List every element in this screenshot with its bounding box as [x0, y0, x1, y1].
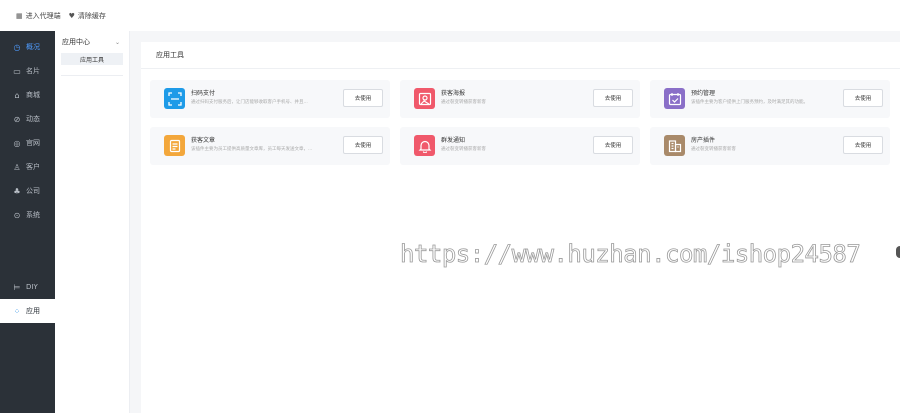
enter-proxy-label: 进入代理端 [25, 11, 61, 20]
sidebar-item-apps[interactable]: ⁘ 应用 [0, 299, 55, 323]
sidebar-item-label: 动态 [26, 115, 40, 123]
app-name: 获客文章 [191, 137, 216, 144]
sidebar-item-label: 官网 [26, 139, 40, 147]
sidebar-item-diy[interactable]: ⊨ DIY [0, 275, 55, 299]
clear-cache-link[interactable]: ♥ 清除缓存 [69, 11, 106, 21]
app-card-booking: 预约管理 该插件主要为客户提供上门服务预约，及时满足其的功能。 去使用 [650, 80, 890, 118]
house-icon [664, 135, 685, 156]
chevron-down-icon: ⌄ [114, 38, 120, 46]
app-name: 获客海报 [441, 90, 466, 97]
article-icon [164, 135, 185, 156]
app-card-poster: 获客海报 通过裂变转播获客新客 去使用 [400, 80, 640, 118]
sidebar-item-label: DIY [26, 283, 38, 291]
app-name: 群发通知 [441, 137, 466, 144]
top-bar: ▦ 进入代理端 ♥ 清除缓存 [0, 0, 900, 31]
sidebar-item-label: 系统 [26, 211, 40, 219]
sidebar-item-label: 名片 [26, 67, 40, 75]
sidebar-item-label: 客户 [26, 163, 40, 171]
app-name: 扫码支付 [191, 90, 216, 97]
globe-icon: ◎ [13, 138, 21, 148]
side-float-tab[interactable] [896, 246, 900, 258]
card-icon: ▭ [13, 66, 21, 76]
sidebar-item-card[interactable]: ▭ 名片 [0, 59, 55, 83]
app-card-scan-pay: 扫码支付 通过扫码支付服务后，让门店能够收取客户手机号、并且... 去使用 [150, 80, 390, 118]
sidebar: ◷ 概况 ▭ 名片 ⌂ 商城 ⊘ 动态 ◎ 官网 ♙ 客户 ♣ 公司 ⊙ 系统 … [0, 31, 55, 413]
apps-icon: ⁘ [13, 306, 21, 316]
page-title: 应用工具 [141, 42, 900, 69]
app-desc: 通过扫码支付服务后，让门店能够收取客户手机号、并且... [191, 100, 308, 105]
sidebar-item-customer[interactable]: ♙ 客户 [0, 155, 55, 179]
dashboard-icon: ◷ [13, 42, 21, 52]
app-desc: 通过裂变转播获客新客 [691, 147, 736, 152]
pin-icon: ♥ [68, 11, 75, 20]
bell-icon [414, 135, 435, 156]
app-desc: 该插件主要为客户提供上门服务预约，及时满足其的功能。 [691, 100, 808, 105]
poster-icon [414, 88, 435, 109]
sub-navigation: 应用中心 ⌄ 应用工具 [55, 31, 130, 413]
main-content: 应用工具 扫码支付 通过扫码支付服务后，让门店能够收取客户手机号、并且... 去… [141, 42, 900, 413]
use-button[interactable]: 去使用 [343, 89, 383, 107]
scan-icon [164, 88, 185, 109]
calendar-icon [664, 88, 685, 109]
divider [61, 75, 123, 76]
subnav-group-app-center[interactable]: 应用中心 ⌄ [55, 31, 129, 53]
subnav-item-app-tools[interactable]: 应用工具 [61, 53, 123, 65]
use-button[interactable]: 去使用 [843, 89, 883, 107]
app-card-article: 获客文章 该插件主要为员工提供高质量文章库，员工每天发送文章，... 去使用 [150, 127, 390, 165]
sidebar-item-website[interactable]: ◎ 官网 [0, 131, 55, 155]
org-icon: ♣ [13, 186, 21, 196]
shop-icon: ⌂ [14, 90, 20, 100]
watermark-text: https://www.huzhan.com/ishop24587 [400, 240, 862, 269]
settings-icon: ⊙ [13, 210, 21, 220]
sidebar-item-system[interactable]: ⊙ 系统 [0, 203, 55, 227]
compass-icon: ⊘ [13, 114, 21, 124]
sidebar-item-feed[interactable]: ⊘ 动态 [0, 107, 55, 131]
subnav-group-label: 应用中心 [62, 38, 90, 46]
sidebar-item-shop[interactable]: ⌂ 商城 [0, 83, 55, 107]
app-desc: 该插件主要为员工提供高质量文章库，员工每天发送文章，... [191, 147, 313, 152]
app-name: 预约管理 [691, 90, 716, 97]
sidebar-item-company[interactable]: ♣ 公司 [0, 179, 55, 203]
app-desc: 通过裂变转播获客新客 [441, 100, 486, 105]
enter-proxy-link[interactable]: ▦ 进入代理端 [16, 11, 61, 21]
use-button[interactable]: 去使用 [343, 136, 383, 154]
app-desc: 通过裂变转播获客新客 [441, 147, 486, 152]
sidebar-item-label: 应用 [26, 307, 40, 315]
diy-icon: ⊨ [13, 282, 21, 292]
app-name: 房产插件 [691, 137, 716, 144]
use-button[interactable]: 去使用 [593, 89, 633, 107]
use-button[interactable]: 去使用 [843, 136, 883, 154]
sidebar-item-overview[interactable]: ◷ 概况 [0, 35, 55, 59]
use-button[interactable]: 去使用 [593, 136, 633, 154]
user-icon: ♙ [13, 162, 21, 172]
clear-cache-label: 清除缓存 [77, 11, 106, 20]
grid-icon: ▦ [16, 11, 23, 20]
sidebar-item-label: 公司 [26, 187, 40, 195]
sidebar-item-label: 商城 [26, 91, 40, 99]
sidebar-item-label: 概况 [26, 43, 40, 51]
app-card-real-estate: 房产插件 通过裂变转播获客新客 去使用 [650, 127, 890, 165]
app-card-broadcast: 群发通知 通过裂变转播获客新客 去使用 [400, 127, 640, 165]
